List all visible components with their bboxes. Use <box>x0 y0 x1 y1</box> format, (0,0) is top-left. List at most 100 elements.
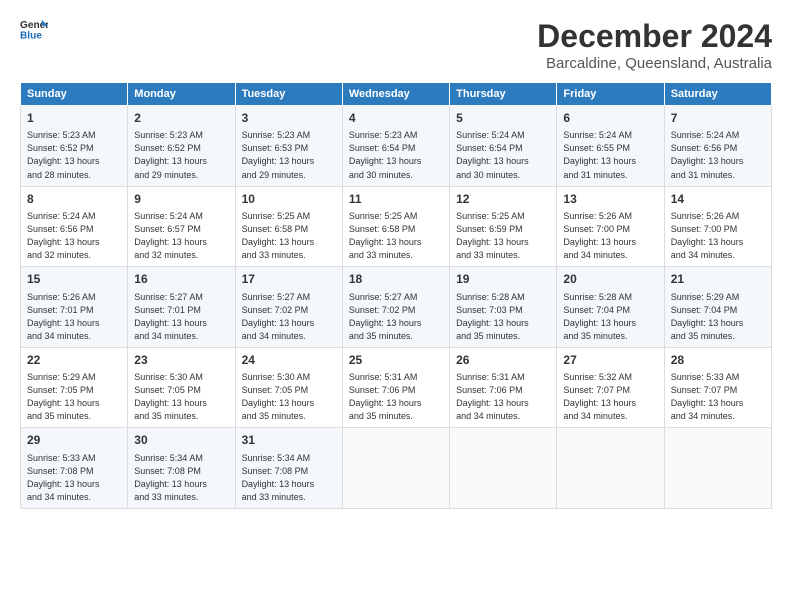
day-detail: Daylight: 13 hours <box>349 155 443 168</box>
day-detail: and 35 minutes. <box>563 330 657 343</box>
day-detail: Daylight: 13 hours <box>242 478 336 491</box>
day-number: 11 <box>349 191 443 208</box>
table-row: 29Sunrise: 5:33 AMSunset: 7:08 PMDayligh… <box>21 428 772 509</box>
col-tuesday: Tuesday <box>235 83 342 106</box>
day-detail: Daylight: 13 hours <box>671 317 765 330</box>
day-number: 2 <box>134 110 228 127</box>
day-detail: Daylight: 13 hours <box>349 236 443 249</box>
day-detail: Sunrise: 5:24 AM <box>134 210 228 223</box>
day-detail: and 34 minutes. <box>27 330 121 343</box>
list-item: 23Sunrise: 5:30 AMSunset: 7:05 PMDayligh… <box>128 347 235 428</box>
day-number: 19 <box>456 271 550 288</box>
table-row: 15Sunrise: 5:26 AMSunset: 7:01 PMDayligh… <box>21 267 772 348</box>
day-detail: Sunset: 7:04 PM <box>563 304 657 317</box>
day-number: 16 <box>134 271 228 288</box>
day-detail: Daylight: 13 hours <box>456 317 550 330</box>
day-detail: Sunset: 7:07 PM <box>563 384 657 397</box>
day-detail: Sunrise: 5:23 AM <box>349 129 443 142</box>
day-detail: Sunset: 6:52 PM <box>134 142 228 155</box>
list-item <box>342 428 449 509</box>
day-detail: Daylight: 13 hours <box>242 317 336 330</box>
day-number: 28 <box>671 352 765 369</box>
day-detail: and 35 minutes. <box>134 410 228 423</box>
day-detail: Sunset: 6:57 PM <box>134 223 228 236</box>
list-item: 30Sunrise: 5:34 AMSunset: 7:08 PMDayligh… <box>128 428 235 509</box>
day-detail: and 32 minutes. <box>134 249 228 262</box>
day-detail: Daylight: 13 hours <box>134 155 228 168</box>
main-title: December 2024 <box>537 18 772 55</box>
day-detail: Sunset: 6:54 PM <box>456 142 550 155</box>
col-saturday: Saturday <box>664 83 771 106</box>
day-detail: and 33 minutes. <box>242 491 336 504</box>
list-item: 27Sunrise: 5:32 AMSunset: 7:07 PMDayligh… <box>557 347 664 428</box>
day-detail: Sunset: 6:54 PM <box>349 142 443 155</box>
day-detail: and 30 minutes. <box>456 169 550 182</box>
list-item: 19Sunrise: 5:28 AMSunset: 7:03 PMDayligh… <box>450 267 557 348</box>
day-detail: Sunrise: 5:25 AM <box>349 210 443 223</box>
day-number: 1 <box>27 110 121 127</box>
day-number: 23 <box>134 352 228 369</box>
list-item: 3Sunrise: 5:23 AMSunset: 6:53 PMDaylight… <box>235 106 342 187</box>
day-detail: Sunrise: 5:29 AM <box>27 371 121 384</box>
day-detail: Sunrise: 5:26 AM <box>563 210 657 223</box>
day-detail: Sunrise: 5:24 AM <box>456 129 550 142</box>
logo: General Blue <box>20 18 48 40</box>
day-detail: Sunrise: 5:24 AM <box>671 129 765 142</box>
day-detail: Sunrise: 5:23 AM <box>242 129 336 142</box>
list-item: 8Sunrise: 5:24 AMSunset: 6:56 PMDaylight… <box>21 186 128 267</box>
subtitle: Barcaldine, Queensland, Australia <box>537 55 772 72</box>
day-detail: and 32 minutes. <box>27 249 121 262</box>
day-number: 17 <box>242 271 336 288</box>
list-item <box>664 428 771 509</box>
day-number: 29 <box>27 432 121 449</box>
day-detail: Sunset: 7:08 PM <box>27 465 121 478</box>
day-detail: Sunset: 6:56 PM <box>671 142 765 155</box>
day-number: 12 <box>456 191 550 208</box>
list-item <box>557 428 664 509</box>
day-detail: and 29 minutes. <box>134 169 228 182</box>
day-detail: Sunrise: 5:30 AM <box>242 371 336 384</box>
day-detail: Daylight: 13 hours <box>134 397 228 410</box>
list-item: 22Sunrise: 5:29 AMSunset: 7:05 PMDayligh… <box>21 347 128 428</box>
day-number: 26 <box>456 352 550 369</box>
table-row: 22Sunrise: 5:29 AMSunset: 7:05 PMDayligh… <box>21 347 772 428</box>
day-detail: and 35 minutes. <box>671 330 765 343</box>
day-detail: Daylight: 13 hours <box>349 317 443 330</box>
day-detail: Daylight: 13 hours <box>671 236 765 249</box>
list-item: 21Sunrise: 5:29 AMSunset: 7:04 PMDayligh… <box>664 267 771 348</box>
title-block: December 2024 Barcaldine, Queensland, Au… <box>537 18 772 72</box>
day-detail: and 33 minutes. <box>134 491 228 504</box>
day-number: 30 <box>134 432 228 449</box>
list-item: 13Sunrise: 5:26 AMSunset: 7:00 PMDayligh… <box>557 186 664 267</box>
day-number: 24 <box>242 352 336 369</box>
list-item: 1Sunrise: 5:23 AMSunset: 6:52 PMDaylight… <box>21 106 128 187</box>
day-number: 14 <box>671 191 765 208</box>
day-detail: Daylight: 13 hours <box>671 155 765 168</box>
logo-icon: General Blue <box>20 18 48 40</box>
day-detail: Sunset: 7:00 PM <box>671 223 765 236</box>
day-detail: Sunrise: 5:25 AM <box>456 210 550 223</box>
day-detail: Sunrise: 5:34 AM <box>134 452 228 465</box>
list-item: 25Sunrise: 5:31 AMSunset: 7:06 PMDayligh… <box>342 347 449 428</box>
list-item: 9Sunrise: 5:24 AMSunset: 6:57 PMDaylight… <box>128 186 235 267</box>
day-detail: and 34 minutes. <box>671 410 765 423</box>
list-item: 16Sunrise: 5:27 AMSunset: 7:01 PMDayligh… <box>128 267 235 348</box>
day-detail: Daylight: 13 hours <box>242 155 336 168</box>
day-detail: Daylight: 13 hours <box>134 317 228 330</box>
day-detail: Sunrise: 5:30 AM <box>134 371 228 384</box>
day-detail: and 30 minutes. <box>349 169 443 182</box>
col-friday: Friday <box>557 83 664 106</box>
day-detail: Sunset: 7:08 PM <box>242 465 336 478</box>
day-detail: and 35 minutes. <box>349 410 443 423</box>
day-detail: Daylight: 13 hours <box>456 397 550 410</box>
day-detail: Sunrise: 5:24 AM <box>27 210 121 223</box>
col-monday: Monday <box>128 83 235 106</box>
day-detail: Daylight: 13 hours <box>27 317 121 330</box>
day-detail: Sunrise: 5:27 AM <box>134 291 228 304</box>
day-detail: and 35 minutes. <box>27 410 121 423</box>
day-detail: and 34 minutes. <box>671 249 765 262</box>
day-number: 20 <box>563 271 657 288</box>
day-detail: Daylight: 13 hours <box>27 397 121 410</box>
day-number: 5 <box>456 110 550 127</box>
list-item: 11Sunrise: 5:25 AMSunset: 6:58 PMDayligh… <box>342 186 449 267</box>
